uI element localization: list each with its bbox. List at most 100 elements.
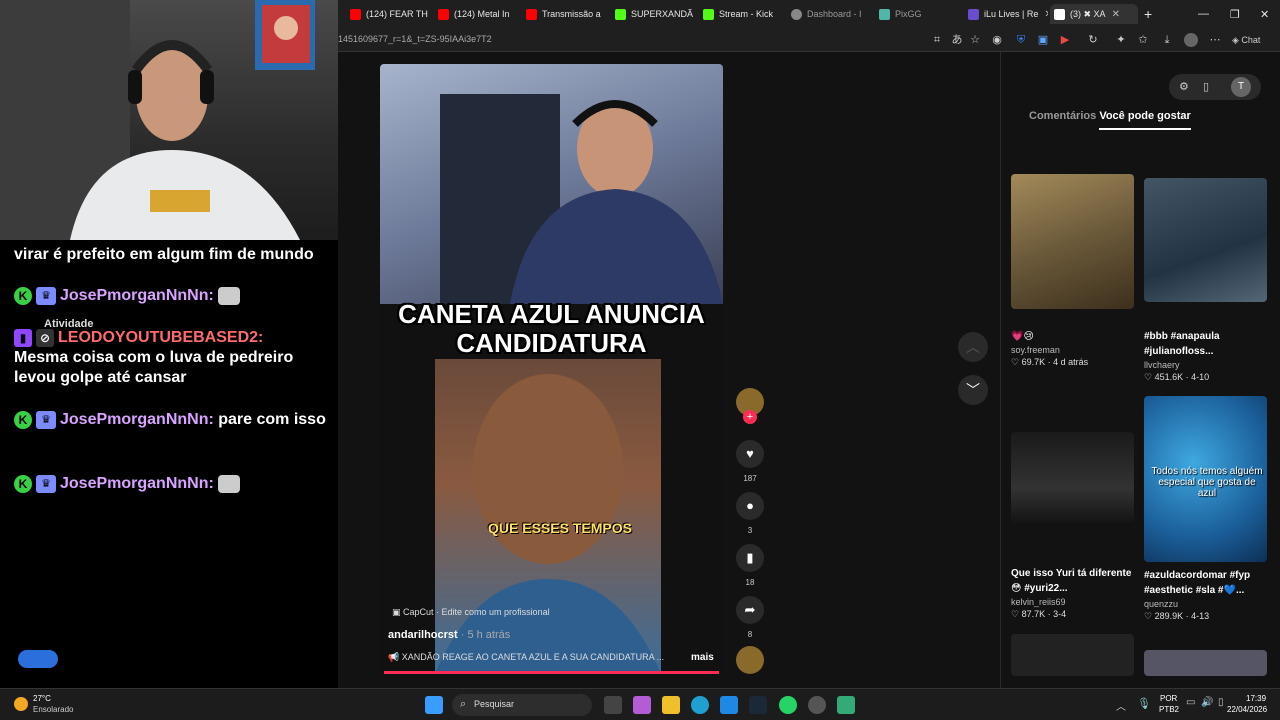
clock-time[interactable]: 17:39 (1246, 694, 1266, 703)
like-button[interactable]: ♥ 187 (735, 440, 765, 483)
extensions-puzzle-icon[interactable]: ✦ (1114, 33, 1128, 47)
taskbar-search[interactable]: ⌕ Pesquisar (452, 694, 592, 716)
follow-plus-icon[interactable]: + (743, 410, 757, 424)
video-stats: ♡ 289.9K · 4-13 (1144, 611, 1210, 621)
favorites-icon[interactable]: ✩ (1136, 33, 1150, 47)
share-button[interactable]: ➦ 8 (735, 596, 765, 639)
mobile-icon[interactable]: ▯ (1203, 80, 1209, 93)
task-view-icon[interactable] (604, 696, 622, 714)
search-icon: ⌕ (460, 698, 467, 710)
close-tab-icon[interactable]: ✕ (1112, 9, 1120, 20)
browser-tab-active[interactable]: (3) ✖ XA ✕ (1050, 4, 1138, 24)
settings-icon[interactable]: ⚙ (1179, 80, 1189, 93)
volume-icon[interactable]: 🔊 (1201, 697, 1213, 708)
twitch-icon (968, 8, 979, 20)
whatsapp-icon[interactable] (779, 696, 797, 714)
browser-tab[interactable]: SUPERXANDÃ (615, 4, 701, 24)
translate-icon[interactable]: あ (950, 33, 964, 47)
extension-icon[interactable]: ◉ (990, 33, 1004, 47)
suggested-video-card[interactable]: 💗😢 soy.freeman ♡ 69.7K · 4 d atrás (1011, 174, 1134, 368)
browser-tab[interactable]: iLu Lives | Re✕ (968, 4, 1048, 24)
restore-icon[interactable]: ❐ (1230, 4, 1240, 24)
kick-badge-icon: K (14, 286, 32, 305)
close-window-icon[interactable]: ✕ (1260, 4, 1269, 24)
download-icon[interactable]: ⤓ (1160, 33, 1174, 47)
suggested-video-card[interactable]: #bbb #anapaula #julianofloss... llvchaer… (1144, 178, 1267, 383)
next-video-button[interactable]: ﹀ (958, 375, 988, 405)
comment-button[interactable]: ● 3 (735, 492, 765, 535)
url-text[interactable]: 1451609677_r=1&_t=ZS-95IAAi3e7T2 (338, 34, 492, 44)
browser-tab[interactable]: (124) FEAR TH (350, 4, 436, 24)
browser-tab[interactable]: Transmissão a (526, 4, 612, 24)
widget-toggle-icon[interactable] (18, 650, 58, 668)
video-thumbnail[interactable] (1144, 650, 1267, 676)
creator-avatar[interactable]: + (735, 388, 765, 424)
screenshot-icon[interactable]: ⌗ (930, 33, 944, 47)
browser-tab[interactable]: (124) Metal In (438, 4, 524, 24)
more-button[interactable]: mais (691, 652, 714, 663)
video-stats: ♡ 87.7K · 3-4 (1011, 609, 1067, 619)
suggested-video-card[interactable]: Que isso Yuri tá diferente 😳 #yuri22... … (1011, 432, 1134, 620)
app-icon[interactable] (808, 696, 826, 714)
copilot-chat-button[interactable]: ◈ Chat (1232, 33, 1278, 47)
video-bottom-frame (435, 359, 661, 674)
more-menu-icon[interactable]: ⋯ (1208, 33, 1222, 47)
video-player[interactable]: CANETA AZUL ANUNCIA CANDIDATURA QUE ESSES… (380, 64, 723, 674)
thumbnail-text: Todos nós temos alguém especial que gost… (1151, 466, 1263, 499)
browser-tab[interactable]: PixGG (879, 4, 965, 24)
video-stats: ♡ 69.7K · 4 d atrás (1011, 357, 1089, 367)
start-icon[interactable] (425, 696, 443, 714)
streamer-webcam (0, 0, 315, 240)
music-disc-icon (736, 646, 764, 674)
save-button[interactable]: ▮ 18 (735, 544, 765, 587)
battery-icon[interactable]: ▯ (1218, 697, 1224, 708)
video-thumbnail (1011, 174, 1134, 309)
heart-icon: ♥ (736, 440, 764, 468)
user-avatar[interactable]: T (1231, 77, 1251, 97)
share-icon: ➦ (736, 596, 764, 624)
edge-icon[interactable] (691, 696, 709, 714)
video-thumbnail (1144, 178, 1267, 302)
stream-chat: virar é prefeito em algum fim de mundo K… (0, 240, 338, 688)
steam-icon[interactable] (749, 696, 767, 714)
app-icon[interactable] (837, 696, 855, 714)
cat-emote-icon (217, 286, 240, 305)
music-disc[interactable] (735, 646, 765, 674)
copilot-icon[interactable] (633, 696, 651, 714)
chat-message: ▮ ⊘ LEODOYOUTUBEBASED2: Mesma coisa com o … (14, 328, 294, 386)
extension-icon[interactable]: ▶ (1058, 33, 1072, 47)
tab-comments[interactable]: Comentários (1029, 110, 1096, 122)
file-explorer-icon[interactable] (662, 696, 680, 714)
suggested-video-card[interactable]: Todos nós temos alguém especial que gost… (1144, 396, 1267, 622)
minimize-icon[interactable]: — (1198, 4, 1209, 24)
video-top-frame (380, 64, 723, 304)
video-thumbnail[interactable] (1011, 634, 1134, 676)
extension-icon[interactable]: ▣ (1036, 33, 1050, 47)
youtube-icon (438, 8, 449, 20)
globe-icon (791, 8, 802, 20)
chevron-up-icon[interactable]: ︿ (1116, 698, 1126, 713)
sub-badge-icon: ♛ (36, 474, 56, 493)
profile-avatar[interactable] (1184, 33, 1198, 47)
favorite-star-icon[interactable]: ☆ (968, 33, 982, 47)
kick-icon (703, 8, 714, 20)
browser-tab[interactable]: Dashboard - I (791, 4, 877, 24)
video-author[interactable]: andarilhocrst · 5 h atrás (388, 629, 510, 641)
capcut-link[interactable]: ▣ CapCut · Edite como um profissional (392, 607, 550, 618)
close-tab-icon[interactable]: ✕ (1044, 9, 1048, 20)
refresh-icon[interactable]: ↻ (1086, 33, 1100, 47)
progress-bar[interactable] (384, 671, 719, 674)
tiktok-icon (1054, 8, 1065, 20)
video-subtitle: QUE ESSES TEMPOS (488, 520, 632, 536)
microphone-icon[interactable]: 🎙 (1137, 697, 1151, 710)
new-tab-icon[interactable]: + (1144, 4, 1158, 24)
shield-icon[interactable]: ⛨ (1014, 33, 1028, 47)
sun-icon (14, 697, 28, 711)
browser-tab[interactable]: Stream - Kick (703, 4, 789, 24)
browser-tab-bar: (124) FEAR TH (124) Metal In Transmissão… (338, 0, 1280, 28)
network-icon[interactable]: ▭ (1186, 697, 1195, 708)
weather-temp[interactable]: 27°C (33, 694, 51, 703)
previous-video-button[interactable]: ︿ (958, 332, 988, 362)
tab-suggestions[interactable]: Você pode gostar (1099, 110, 1191, 130)
store-icon[interactable] (720, 696, 738, 714)
